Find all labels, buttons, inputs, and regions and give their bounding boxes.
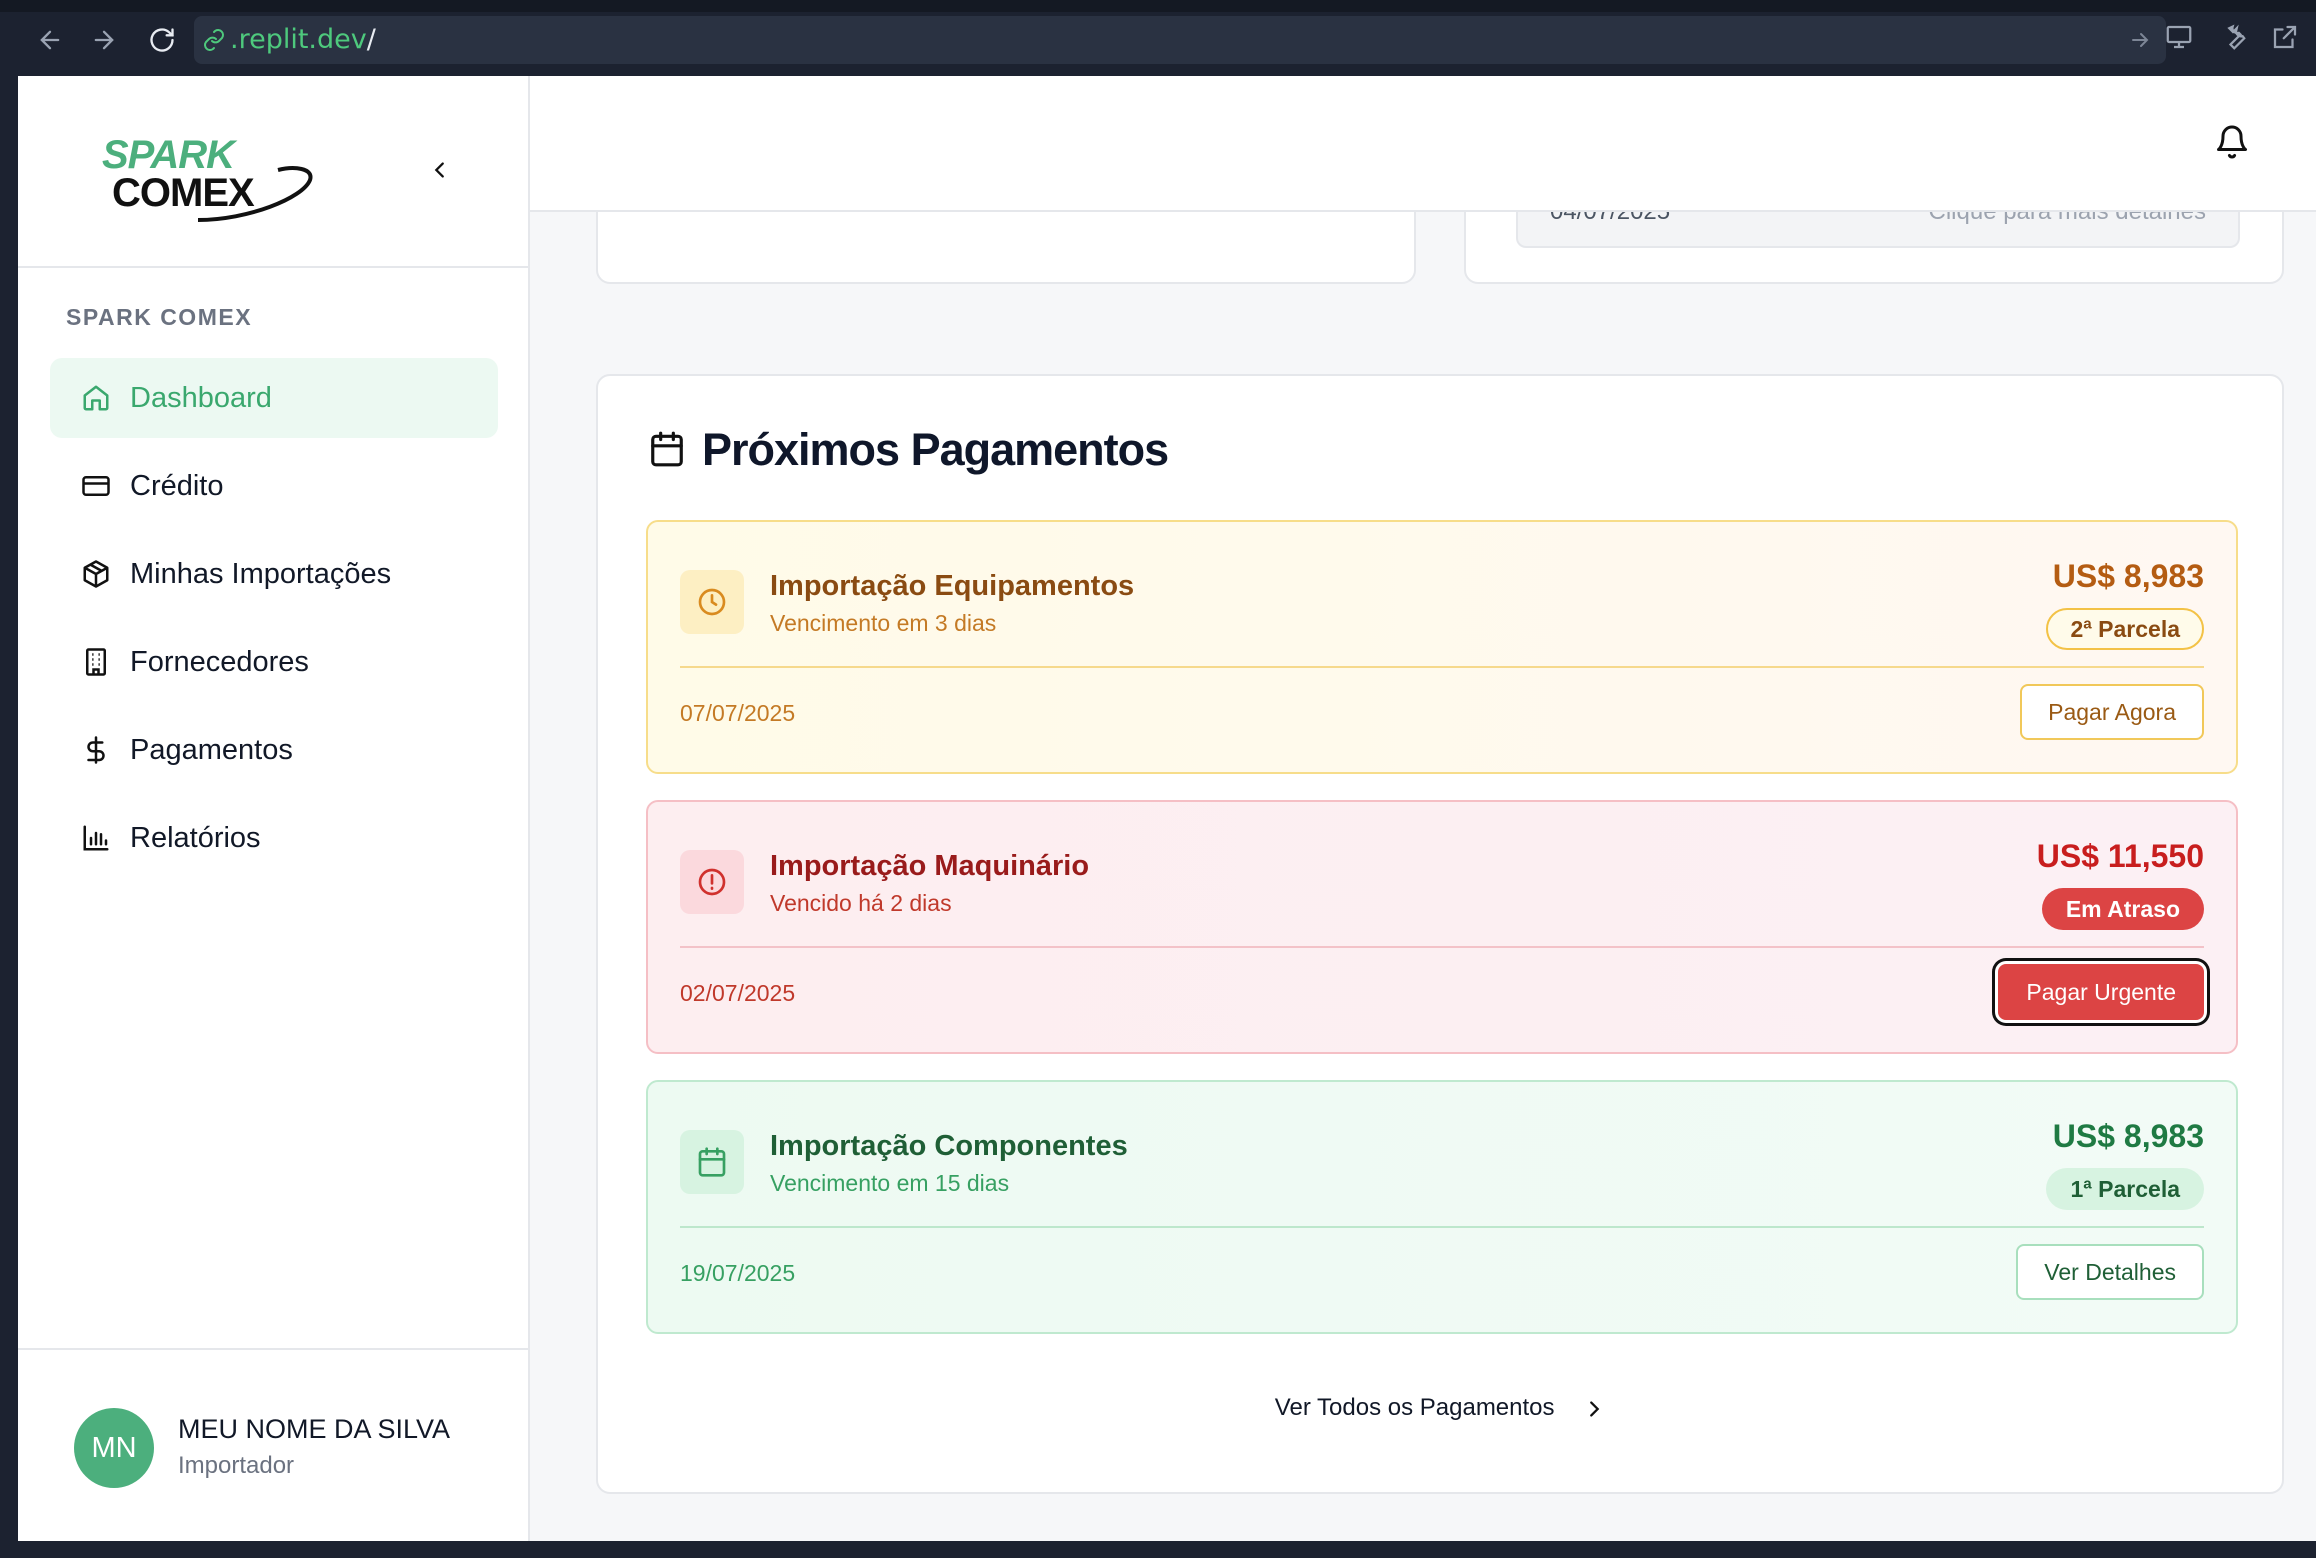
see-all-payments-link[interactable]: Ver Todos os Pagamentos (598, 1394, 2282, 1422)
window-gutter (0, 76, 18, 1541)
browser-chrome: .replit.dev/ (0, 0, 2316, 76)
overdue-badge: Em Atraso (2041, 888, 2204, 930)
bar-chart-icon (80, 822, 112, 854)
user-name: MEU NOME DA SILVA (178, 1414, 451, 1444)
sidebar-item-importacoes[interactable]: Minhas Importações (50, 534, 498, 614)
devices-button[interactable] (2164, 22, 2198, 56)
payment-subtitle: Vencido há 2 dias (770, 890, 952, 916)
payment-date: 07/07/2025 (680, 700, 796, 726)
package-icon (80, 558, 112, 590)
sidebar-item-dashboard[interactable]: Dashboard (50, 358, 498, 438)
devtools-button[interactable] (2218, 22, 2252, 56)
dollar-icon (80, 734, 112, 766)
payment-date: 02/07/2025 (680, 980, 796, 1006)
address-bar[interactable]: .replit.dev/ (194, 16, 2166, 64)
url-text: .replit.dev/ (230, 16, 376, 64)
calendar-icon (680, 1130, 744, 1194)
payment-item[interactable]: Importação Maquinário Vencido há 2 dias … (646, 800, 2238, 1054)
spark-comex-logo: SPARK COMEX (102, 133, 313, 222)
sidebar-item-label: Pagamentos (130, 733, 293, 766)
payment-item[interactable]: Importação Componentes Vencimento em 15 … (646, 1080, 2238, 1334)
sidebar-item-label: Relatórios (130, 821, 261, 854)
sidebar-item-label: Fornecedores (130, 645, 309, 678)
sidebar-item-pagamentos[interactable]: Pagamentos (50, 710, 498, 790)
sidebar-section-label: SPARK COMEX (66, 304, 253, 330)
payment-amount: US$ 8,983 (2052, 558, 2204, 594)
user-profile[interactable]: MN MEU NOME DA SILVA Importador (18, 1348, 530, 1541)
app-window: SPARK COMEX SPARK COMEX Dashboard Crédit… (18, 76, 2316, 1541)
installment-badge: 1ª Parcela (2046, 1168, 2204, 1210)
user-role: Importador (178, 1452, 295, 1479)
calendar-icon (651, 431, 683, 467)
divider (680, 946, 2204, 948)
sidebar: SPARK COMEX SPARK COMEX Dashboard Crédit… (18, 76, 530, 1541)
arrow-right-icon (94, 30, 114, 50)
window-bottom-edge (0, 1541, 2316, 1558)
top-header (530, 76, 2316, 212)
divider (680, 666, 2204, 668)
payment-title: Importação Componentes (770, 1130, 1128, 1162)
section-title: Próximos Pagamentos (702, 424, 1169, 475)
bell-icon[interactable] (2214, 124, 2250, 160)
divider (680, 1226, 2204, 1228)
payment-title: Importação Equipamentos (770, 570, 1135, 602)
clock-icon (680, 570, 744, 634)
installment-badge: 2ª Parcela (2046, 608, 2204, 650)
forward-button[interactable] (86, 22, 122, 58)
see-all-label: Ver Todos os Pagamentos (1274, 1394, 1555, 1421)
back-button[interactable] (32, 22, 68, 58)
sidebar-item-credito[interactable]: Crédito (50, 446, 498, 526)
sidebar-nav: Dashboard Crédito Minhas Importações For… (50, 358, 498, 886)
url-host: .replit.dev (230, 24, 367, 55)
sidebar-item-fornecedores[interactable]: Fornecedores (50, 622, 498, 702)
external-link-icon (2273, 25, 2297, 49)
logo-area: SPARK COMEX (18, 76, 530, 268)
sidebar-item-relatorios[interactable]: Relatórios (50, 798, 498, 878)
payment-date: 19/07/2025 (680, 1260, 796, 1286)
payment-amount: US$ 8,983 (2052, 1118, 2204, 1154)
main-content: 04/07/2025 Clique para mais detalhes Pró… (530, 172, 2316, 1541)
sidebar-item-label: Dashboard (130, 381, 272, 414)
open-external-button[interactable] (2270, 22, 2304, 56)
payment-item[interactable]: Importação Equipamentos Vencimento em 3 … (646, 520, 2238, 774)
go-arrow-icon[interactable] (2128, 28, 2152, 52)
wrench-icon (2227, 24, 2246, 50)
svg-text:COMEX: COMEX (112, 171, 255, 215)
building-icon (80, 646, 112, 678)
home-icon (80, 382, 112, 414)
view-details-button[interactable]: Ver Detalhes (2016, 1244, 2204, 1300)
tab-strip (0, 0, 2316, 12)
url-path: / (366, 24, 376, 55)
chevron-left-icon (434, 162, 444, 178)
upcoming-payments-card: Próximos Pagamentos Importação Equipamen… (596, 374, 2284, 1494)
pay-urgent-button[interactable]: Pagar Urgente (1998, 964, 2204, 1020)
payment-subtitle: Vencimento em 3 dias (770, 610, 997, 636)
payment-amount: US$ 11,550 (2036, 838, 2204, 874)
sidebar-item-label: Crédito (130, 469, 224, 502)
payment-subtitle: Vencimento em 15 dias (770, 1170, 1010, 1196)
chevron-right-icon (1590, 1401, 1600, 1417)
collapse-sidebar-button[interactable] (422, 152, 458, 188)
sidebar-item-label: Minhas Importações (130, 557, 392, 590)
link-icon (204, 29, 224, 51)
alert-circle-icon (680, 850, 744, 914)
pay-now-button[interactable]: Pagar Agora (2020, 684, 2204, 740)
avatar: MN (74, 1408, 154, 1488)
credit-card-icon (80, 470, 112, 502)
reload-button[interactable] (144, 22, 180, 58)
reload-icon (150, 28, 174, 52)
arrow-left-icon (40, 30, 60, 50)
payment-title: Importação Maquinário (770, 850, 1090, 882)
monitor-icon (2166, 25, 2192, 49)
